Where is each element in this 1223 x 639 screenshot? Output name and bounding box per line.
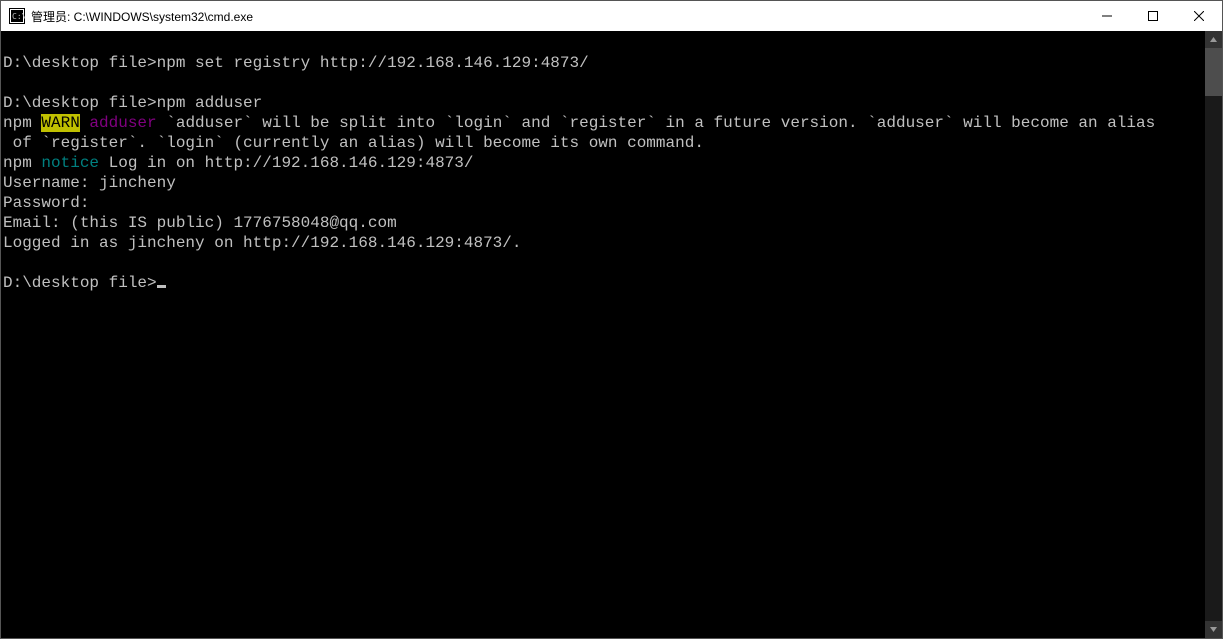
window-title: 管理员: C:\WINDOWS\system32\cmd.exe — [31, 8, 253, 25]
terminal-segment: D:\desktop file>npm set registry http://… — [3, 54, 589, 72]
terminal-segment: npm — [3, 154, 41, 172]
terminal-line: Logged in as jincheny on http://192.168.… — [3, 233, 1205, 253]
terminal-line: D:\desktop file>npm adduser — [3, 93, 1205, 113]
scroll-track[interactable] — [1205, 48, 1222, 621]
terminal-line — [3, 253, 1205, 273]
terminal-line: D:\desktop file>npm set registry http://… — [3, 53, 1205, 73]
terminal-line: npm WARN adduser `adduser` will be split… — [3, 113, 1205, 133]
terminal-cursor — [157, 285, 166, 288]
terminal-segment: `adduser` will be split into `login` and… — [157, 114, 1156, 132]
close-button[interactable] — [1176, 1, 1222, 31]
terminal-line — [3, 73, 1205, 93]
terminal-segment: Logged in as jincheny on http://192.168.… — [3, 234, 521, 252]
terminal-segment: Password: — [3, 194, 89, 212]
terminal-line: Username: jincheny — [3, 173, 1205, 193]
terminal-segment: Email: (this IS public) 1776758048@qq.co… — [3, 214, 397, 232]
terminal-segment: of `register`. `login` (currently an ali… — [3, 134, 704, 152]
terminal-line — [3, 33, 1205, 53]
scroll-up-button[interactable] — [1205, 31, 1222, 48]
terminal-segment: D:\desktop file> — [3, 274, 157, 292]
terminal-segment: adduser — [89, 114, 156, 132]
cmd-window: C:\ 管理员: C:\WINDOWS\system32\cmd.exe D:\… — [0, 0, 1223, 639]
terminal-line: Password: — [3, 193, 1205, 213]
terminal-segment: Log in on http://192.168.146.129:4873/ — [99, 154, 473, 172]
vertical-scrollbar[interactable] — [1205, 31, 1222, 638]
cmd-icon: C:\ — [9, 8, 25, 24]
scroll-thumb[interactable] — [1205, 48, 1222, 96]
terminal-line: npm notice Log in on http://192.168.146.… — [3, 153, 1205, 173]
terminal-output[interactable]: D:\desktop file>npm set registry http://… — [1, 31, 1205, 638]
titlebar[interactable]: C:\ 管理员: C:\WINDOWS\system32\cmd.exe — [1, 1, 1222, 31]
terminal-segment: D:\desktop file>npm adduser — [3, 94, 262, 112]
terminal-segment: npm — [3, 114, 41, 132]
terminal-line: D:\desktop file> — [3, 273, 1205, 293]
terminal-segment — [80, 114, 90, 132]
minimize-button[interactable] — [1084, 1, 1130, 31]
terminal-segment: WARN — [41, 114, 79, 132]
terminal-line: Email: (this IS public) 1776758048@qq.co… — [3, 213, 1205, 233]
terminal-segment: Username: jincheny — [3, 174, 176, 192]
scroll-down-button[interactable] — [1205, 621, 1222, 638]
maximize-button[interactable] — [1130, 1, 1176, 31]
terminal-line: of `register`. `login` (currently an ali… — [3, 133, 1205, 153]
client-area: D:\desktop file>npm set registry http://… — [1, 31, 1222, 638]
terminal-segment: notice — [41, 154, 99, 172]
svg-text:C:\: C:\ — [12, 12, 25, 21]
